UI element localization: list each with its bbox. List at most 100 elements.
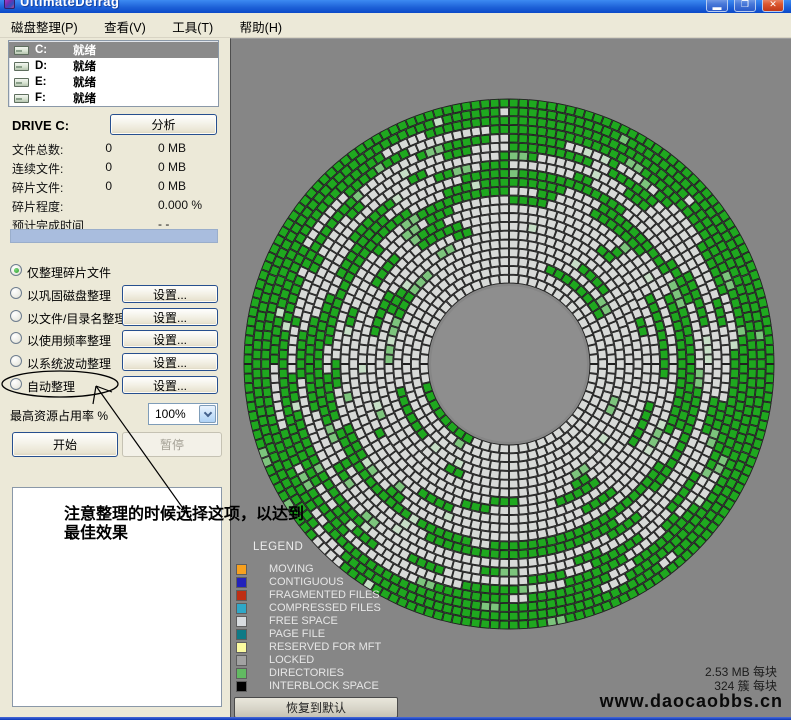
pause-button[interactable]: 暂停	[122, 432, 222, 457]
option-fragmented-only[interactable]: 仅整理碎片文件	[0, 262, 120, 280]
disk-panel: LEGEND MOVING CONTIGUOUS FRAGMENTED FILE…	[230, 38, 791, 720]
radio-icon[interactable]	[10, 332, 22, 344]
legend-label: COMPRESSED FILES	[269, 602, 381, 614]
radio-icon[interactable]	[10, 310, 22, 322]
settings-button-file-name[interactable]: 设置...	[122, 308, 218, 326]
legend-label: RESERVED FOR MFT	[269, 641, 381, 653]
legend-item-mft: RESERVED FOR MFT	[231, 641, 451, 654]
restore-default-button[interactable]: 恢复到默认	[234, 697, 398, 718]
block-size-info: 2.53 MB 每块 324 簇 每块	[705, 665, 777, 693]
legend-swatch	[236, 590, 247, 601]
stat-label: 碎片程度:	[12, 198, 63, 215]
drive-row-f[interactable]: F: 就绪	[9, 90, 218, 106]
option-label: 自动整理	[27, 378, 75, 395]
resource-usage-label: 最高资源占用率 %	[10, 407, 108, 424]
control-panel: C: 就绪 D: 就绪 E: 就绪 F: 就绪 DRIVE C: 分析 文件总数…	[0, 38, 230, 720]
legend-label: DIRECTORIES	[269, 667, 344, 679]
stat-size: 0.000 %	[158, 198, 202, 212]
drive-status: 就绪	[73, 42, 96, 58]
legend-swatch	[236, 681, 247, 692]
legend-swatch	[236, 577, 247, 588]
dropdown-button[interactable]	[199, 405, 216, 423]
drive-icon	[14, 62, 29, 71]
dropdown-value: 100%	[155, 407, 186, 421]
legend-label: FREE SPACE	[269, 615, 338, 627]
resource-usage-dropdown[interactable]: 100%	[148, 403, 218, 425]
drive-row-c[interactable]: C: 就绪	[9, 42, 218, 58]
maximize-button[interactable]: ❐	[734, 0, 756, 12]
legend-swatch	[236, 668, 247, 679]
legend-swatch	[236, 616, 247, 627]
analyze-button[interactable]: 分析	[110, 114, 217, 135]
stat-label: 文件总数:	[12, 141, 63, 158]
drive-name: E:	[35, 76, 73, 88]
legend-swatch	[236, 564, 247, 575]
app-window: UltimateDefrag ▬ ❐ ✕ 磁盘整理(P) 查看(V) 工具(T)…	[0, 0, 791, 720]
menu-item-help[interactable]: 帮助(H)	[229, 13, 293, 36]
radio-icon[interactable]	[10, 378, 22, 390]
stat-label: 碎片文件:	[12, 179, 63, 196]
stat-count: 0	[70, 179, 112, 193]
legend-swatch	[236, 629, 247, 640]
legend-item-contiguous: CONTIGUOUS	[231, 576, 451, 589]
close-button[interactable]: ✕	[762, 0, 784, 12]
menu-item-defrag[interactable]: 磁盘整理(P)	[0, 13, 89, 36]
stat-count: 0	[70, 160, 112, 174]
settings-button-consolidate[interactable]: 设置...	[122, 285, 218, 303]
option-file-name[interactable]: 以文件/目录名整理	[0, 308, 120, 326]
maximize-icon: ❐	[741, 0, 749, 9]
stat-row-fragmented-files: 碎片文件: 0 0 MB	[0, 177, 230, 196]
stat-size: 0 MB	[158, 179, 186, 193]
progress-bar	[10, 229, 218, 243]
minimize-button[interactable]: ▬	[706, 0, 728, 12]
menu-item-tools[interactable]: 工具(T)	[161, 13, 224, 36]
drive-row-e[interactable]: E: 就绪	[9, 74, 218, 90]
titlebar: UltimateDefrag ▬ ❐ ✕	[0, 0, 791, 13]
drive-icon	[14, 78, 29, 87]
legend-swatch	[236, 655, 247, 666]
drive-listbox[interactable]: C: 就绪 D: 就绪 E: 就绪 F: 就绪	[8, 40, 219, 107]
chevron-down-icon	[204, 409, 212, 417]
legend-label: PAGE FILE	[269, 628, 325, 640]
settings-button-volatility[interactable]: 设置...	[122, 353, 218, 371]
legend-item-directories: DIRECTORIES	[231, 667, 451, 680]
legend-label: LOCKED	[269, 654, 314, 666]
menu-item-view[interactable]: 查看(V)	[93, 13, 157, 36]
drive-row-d[interactable]: D: 就绪	[9, 58, 218, 74]
drive-label: DRIVE C:	[12, 118, 69, 133]
option-auto[interactable]: 自动整理	[0, 376, 120, 394]
menubar: 磁盘整理(P) 查看(V) 工具(T) 帮助(H)	[0, 13, 791, 38]
annotation-line1: 注意整理的时候选择这项，以达到	[64, 505, 304, 524]
start-button[interactable]: 开始	[12, 432, 118, 457]
stat-row-fragmentation: 碎片程度: 0.000 %	[0, 196, 230, 215]
window-title: UltimateDefrag	[20, 0, 119, 9]
stat-count: 0	[70, 141, 112, 155]
legend-item-interblock: INTERBLOCK SPACE	[231, 680, 451, 693]
radio-icon[interactable]	[10, 287, 22, 299]
stat-row-total-files: 文件总数: 0 0 MB	[0, 139, 230, 158]
option-consolidate[interactable]: 以巩固磁盘整理	[0, 285, 120, 303]
drive-icon	[14, 46, 29, 55]
stat-size: 0 MB	[158, 141, 186, 155]
stat-size: 0 MB	[158, 160, 186, 174]
legend-swatch	[236, 642, 247, 653]
option-label: 仅整理碎片文件	[27, 264, 111, 281]
drive-name: D:	[35, 60, 73, 72]
option-label: 以文件/目录名整理	[27, 310, 126, 327]
legend-item-locked: LOCKED	[231, 654, 451, 667]
settings-button-auto[interactable]: 设置...	[122, 376, 218, 394]
radio-icon[interactable]	[10, 264, 22, 276]
legend-item-fragmented: FRAGMENTED FILES	[231, 589, 451, 602]
drive-name: F:	[35, 92, 73, 104]
option-volatility[interactable]: 以系统波动整理	[0, 353, 120, 371]
radio-icon[interactable]	[10, 355, 22, 367]
app-icon	[4, 0, 15, 9]
drive-name: C:	[35, 44, 73, 56]
legend-item-moving: MOVING	[231, 563, 451, 576]
settings-button-usage-frequency[interactable]: 设置...	[122, 330, 218, 348]
close-icon: ✕	[769, 0, 777, 9]
block-size-mb: 2.53 MB 每块	[705, 665, 777, 679]
option-label: 以系统波动整理	[27, 355, 111, 372]
option-usage-frequency[interactable]: 以使用频率整理	[0, 330, 120, 348]
drive-status: 就绪	[73, 90, 96, 106]
